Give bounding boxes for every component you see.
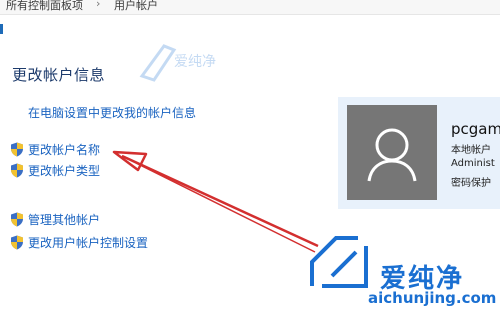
brand-logo-icon (310, 236, 368, 288)
watermark-brand-en: aichunjing.com (368, 289, 497, 307)
